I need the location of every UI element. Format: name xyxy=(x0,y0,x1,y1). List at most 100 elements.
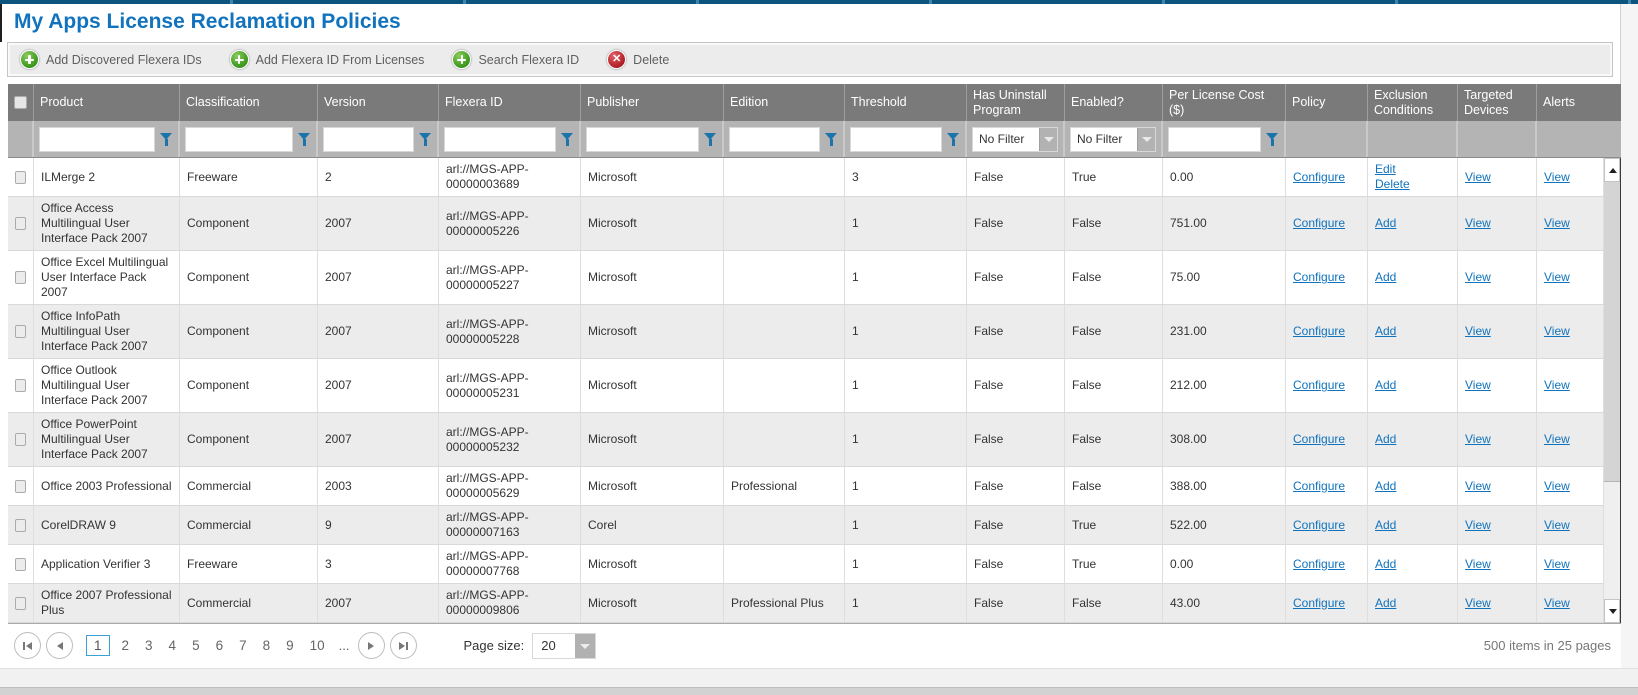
view-alerts-link[interactable]: View xyxy=(1544,432,1570,446)
filter-input-publisher[interactable] xyxy=(586,127,699,152)
column-header-publisher[interactable]: Publisher xyxy=(581,84,724,121)
configure-link[interactable]: Configure xyxy=(1293,432,1345,446)
page-number-4[interactable]: 4 xyxy=(161,638,185,653)
page-number-2[interactable]: 2 xyxy=(114,638,138,653)
add-link[interactable]: Add xyxy=(1375,479,1396,493)
first-page-button[interactable] xyxy=(14,632,41,659)
configure-link[interactable]: Configure xyxy=(1293,378,1345,392)
column-header-policy[interactable]: Policy xyxy=(1286,84,1368,121)
chevron-down-icon[interactable] xyxy=(1137,128,1155,151)
chevron-down-icon[interactable] xyxy=(1039,128,1057,151)
view-alerts-link[interactable]: View xyxy=(1544,170,1570,184)
page-number-10[interactable]: 10 xyxy=(302,638,333,653)
delete-button[interactable]: Delete xyxy=(607,50,669,69)
page-number-8[interactable]: 8 xyxy=(255,638,279,653)
add-link[interactable]: Add xyxy=(1375,216,1396,230)
view-devices-link[interactable]: View xyxy=(1465,432,1491,446)
add-link[interactable]: Add xyxy=(1375,518,1396,532)
row-checkbox[interactable] xyxy=(15,379,26,392)
view-alerts-link[interactable]: View xyxy=(1544,518,1570,532)
column-header-threshold[interactable]: Threshold xyxy=(845,84,967,121)
view-devices-link[interactable]: View xyxy=(1465,596,1491,610)
previous-page-button[interactable] xyxy=(46,632,73,659)
filter-funnel-icon[interactable] xyxy=(560,131,574,147)
filter-funnel-icon[interactable] xyxy=(1265,131,1279,147)
filter-input-flexera_id[interactable] xyxy=(444,127,556,152)
view-alerts-link[interactable]: View xyxy=(1544,324,1570,338)
row-checkbox[interactable] xyxy=(15,325,26,338)
view-alerts-link[interactable]: View xyxy=(1544,270,1570,284)
configure-link[interactable]: Configure xyxy=(1293,216,1345,230)
row-checkbox[interactable] xyxy=(15,271,26,284)
scroll-down-button[interactable] xyxy=(1604,599,1620,623)
filter-funnel-icon[interactable] xyxy=(418,131,432,147)
add-link[interactable]: Add xyxy=(1375,432,1396,446)
scrollbar-track[interactable] xyxy=(1604,182,1620,599)
view-devices-link[interactable]: View xyxy=(1465,216,1491,230)
add-link[interactable]: Add xyxy=(1375,378,1396,392)
filter-input-version[interactable] xyxy=(323,127,414,152)
add-link[interactable]: Add xyxy=(1375,324,1396,338)
column-header-enabled[interactable]: Enabled? xyxy=(1065,84,1163,121)
column-header-targeted[interactable]: Targeted Devices xyxy=(1458,84,1537,121)
column-header-has_uninstall[interactable]: Has Uninstall Program xyxy=(967,84,1065,121)
configure-link[interactable]: Configure xyxy=(1293,557,1345,571)
filter-input-classification[interactable] xyxy=(185,127,293,152)
filter-input-threshold[interactable] xyxy=(850,127,942,152)
view-alerts-link[interactable]: View xyxy=(1544,557,1570,571)
row-checkbox[interactable] xyxy=(15,519,26,532)
view-alerts-link[interactable]: View xyxy=(1544,479,1570,493)
view-devices-link[interactable]: View xyxy=(1465,518,1491,532)
row-checkbox[interactable] xyxy=(15,433,26,446)
column-header-cost[interactable]: Per License Cost ($) xyxy=(1163,84,1286,121)
scroll-up-button[interactable] xyxy=(1604,158,1620,182)
filter-funnel-icon[interactable] xyxy=(703,131,717,147)
search-flexera-id-button[interactable]: Search Flexera ID xyxy=(452,50,579,69)
filter-funnel-icon[interactable] xyxy=(297,131,311,147)
page-number-3[interactable]: 3 xyxy=(137,638,161,653)
configure-link[interactable]: Configure xyxy=(1293,518,1345,532)
filter-dropdown-enabled[interactable]: No Filter xyxy=(1070,127,1156,152)
next-page-button[interactable] xyxy=(358,632,385,659)
page-size-dropdown[interactable]: 20 xyxy=(532,633,596,659)
view-devices-link[interactable]: View xyxy=(1465,270,1491,284)
page-number-6[interactable]: 6 xyxy=(208,638,232,653)
add-link[interactable]: Add xyxy=(1375,596,1396,610)
add-discovered-flexera-ids-button[interactable]: Add Discovered Flexera IDs xyxy=(20,50,202,69)
vertical-scrollbar[interactable] xyxy=(1604,158,1621,623)
page-number-7[interactable]: 7 xyxy=(231,638,255,653)
column-header-classification[interactable]: Classification xyxy=(180,84,318,121)
column-header-flexera_id[interactable]: Flexera ID xyxy=(439,84,581,121)
scrollbar-thumb[interactable] xyxy=(1604,182,1620,482)
row-checkbox[interactable] xyxy=(15,597,26,610)
view-alerts-link[interactable]: View xyxy=(1544,216,1570,230)
chevron-down-icon[interactable] xyxy=(575,634,595,658)
configure-link[interactable]: Configure xyxy=(1293,596,1345,610)
row-checkbox[interactable] xyxy=(15,217,26,230)
view-devices-link[interactable]: View xyxy=(1465,324,1491,338)
row-checkbox[interactable] xyxy=(15,480,26,493)
filter-input-cost[interactable] xyxy=(1168,127,1261,152)
row-checkbox[interactable] xyxy=(15,171,26,184)
configure-link[interactable]: Configure xyxy=(1293,479,1345,493)
view-alerts-link[interactable]: View xyxy=(1544,596,1570,610)
view-devices-link[interactable]: View xyxy=(1465,170,1491,184)
filter-input-product[interactable] xyxy=(39,127,155,152)
column-header-product[interactable]: Product xyxy=(34,84,180,121)
column-header-alerts[interactable]: Alerts xyxy=(1537,84,1604,121)
column-header-edition[interactable]: Edition xyxy=(724,84,845,121)
configure-link[interactable]: Configure xyxy=(1293,270,1345,284)
view-devices-link[interactable]: View xyxy=(1465,479,1491,493)
configure-link[interactable]: Configure xyxy=(1293,170,1345,184)
view-devices-link[interactable]: View xyxy=(1465,378,1491,392)
add-flexera-id-from-licenses-button[interactable]: Add Flexera ID From Licenses xyxy=(230,50,425,69)
filter-input-edition[interactable] xyxy=(729,127,820,152)
view-devices-link[interactable]: View xyxy=(1465,557,1491,571)
filter-funnel-icon[interactable] xyxy=(159,131,173,147)
filter-funnel-icon[interactable] xyxy=(946,131,960,147)
page-number-5[interactable]: 5 xyxy=(184,638,208,653)
last-page-button[interactable] xyxy=(390,632,417,659)
delete-link[interactable]: Delete xyxy=(1375,177,1410,191)
edit-link[interactable]: Edit xyxy=(1375,162,1396,176)
add-link[interactable]: Add xyxy=(1375,270,1396,284)
